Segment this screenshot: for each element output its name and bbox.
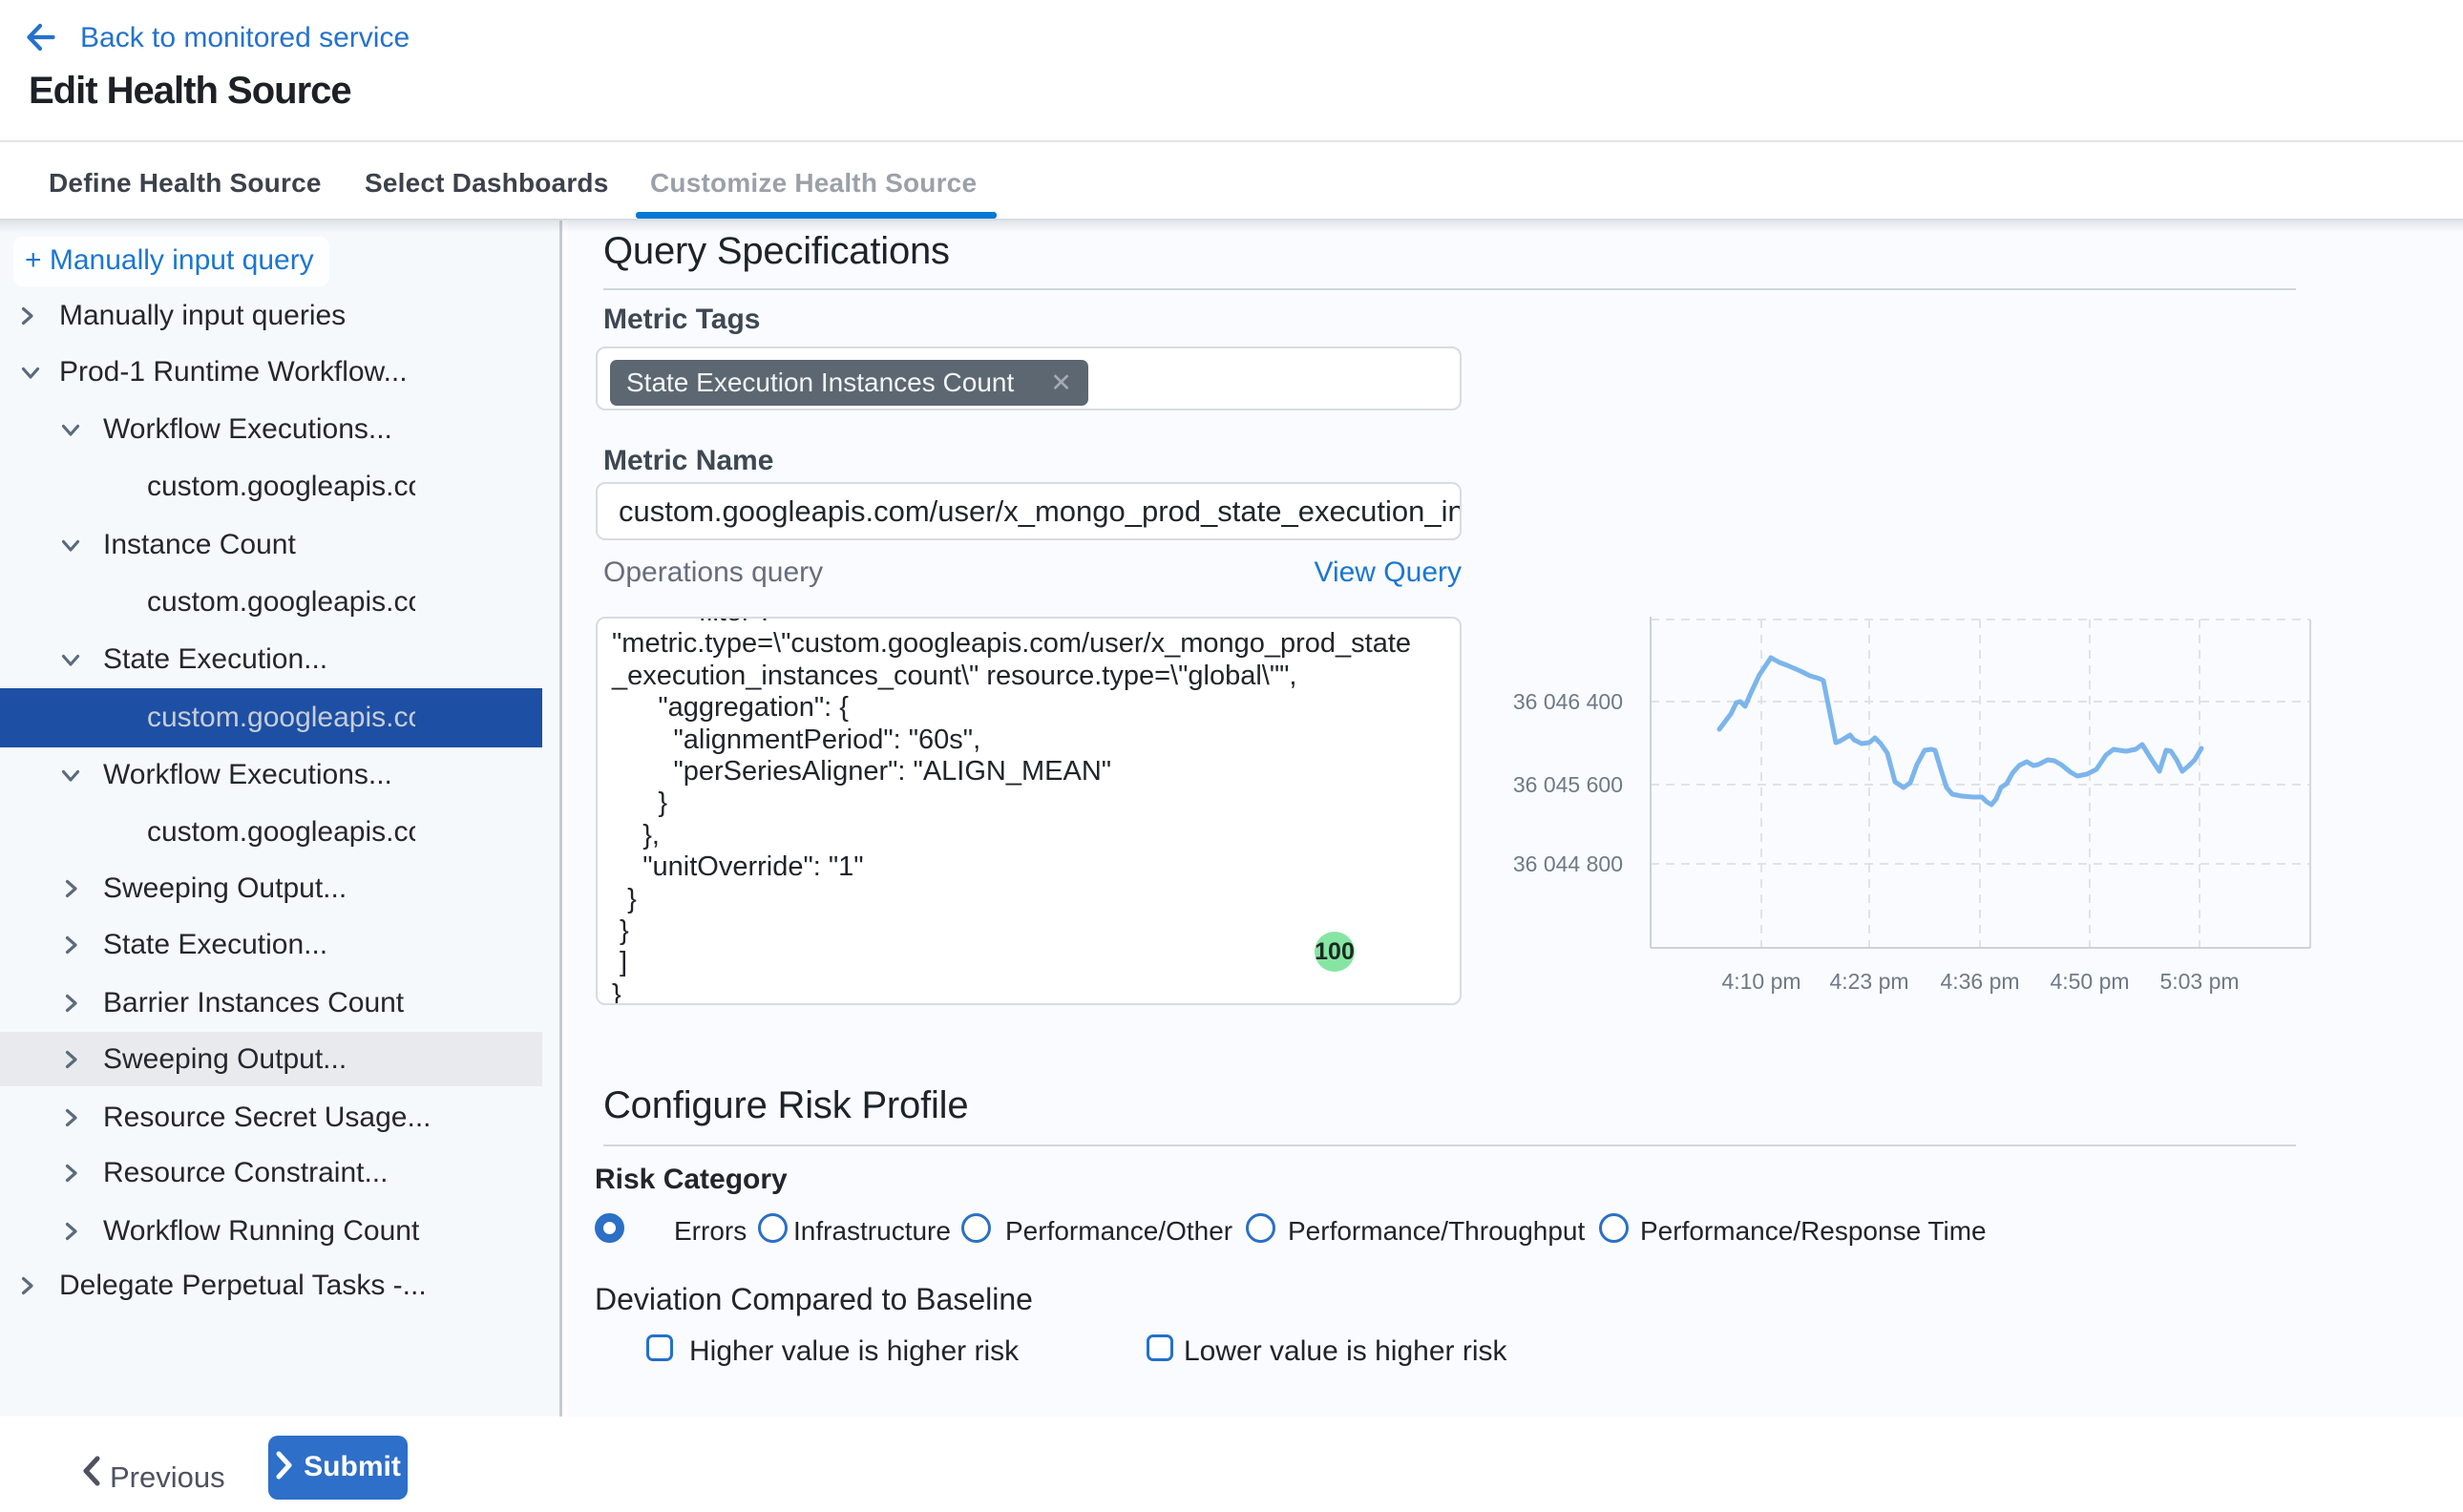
svg-text:36 046 400: 36 046 400	[1513, 689, 1623, 714]
svg-text:5:03 pm: 5:03 pm	[2159, 969, 2239, 994]
svg-text:36 044 800: 36 044 800	[1513, 851, 1623, 876]
svg-text:4:50 pm: 4:50 pm	[2050, 969, 2129, 994]
svg-text:36 045 600: 36 045 600	[1513, 772, 1623, 797]
svg-text:4:36 pm: 4:36 pm	[1940, 969, 2019, 994]
svg-text:4:23 pm: 4:23 pm	[1829, 969, 1908, 994]
svg-text:4:10 pm: 4:10 pm	[1721, 969, 1800, 994]
